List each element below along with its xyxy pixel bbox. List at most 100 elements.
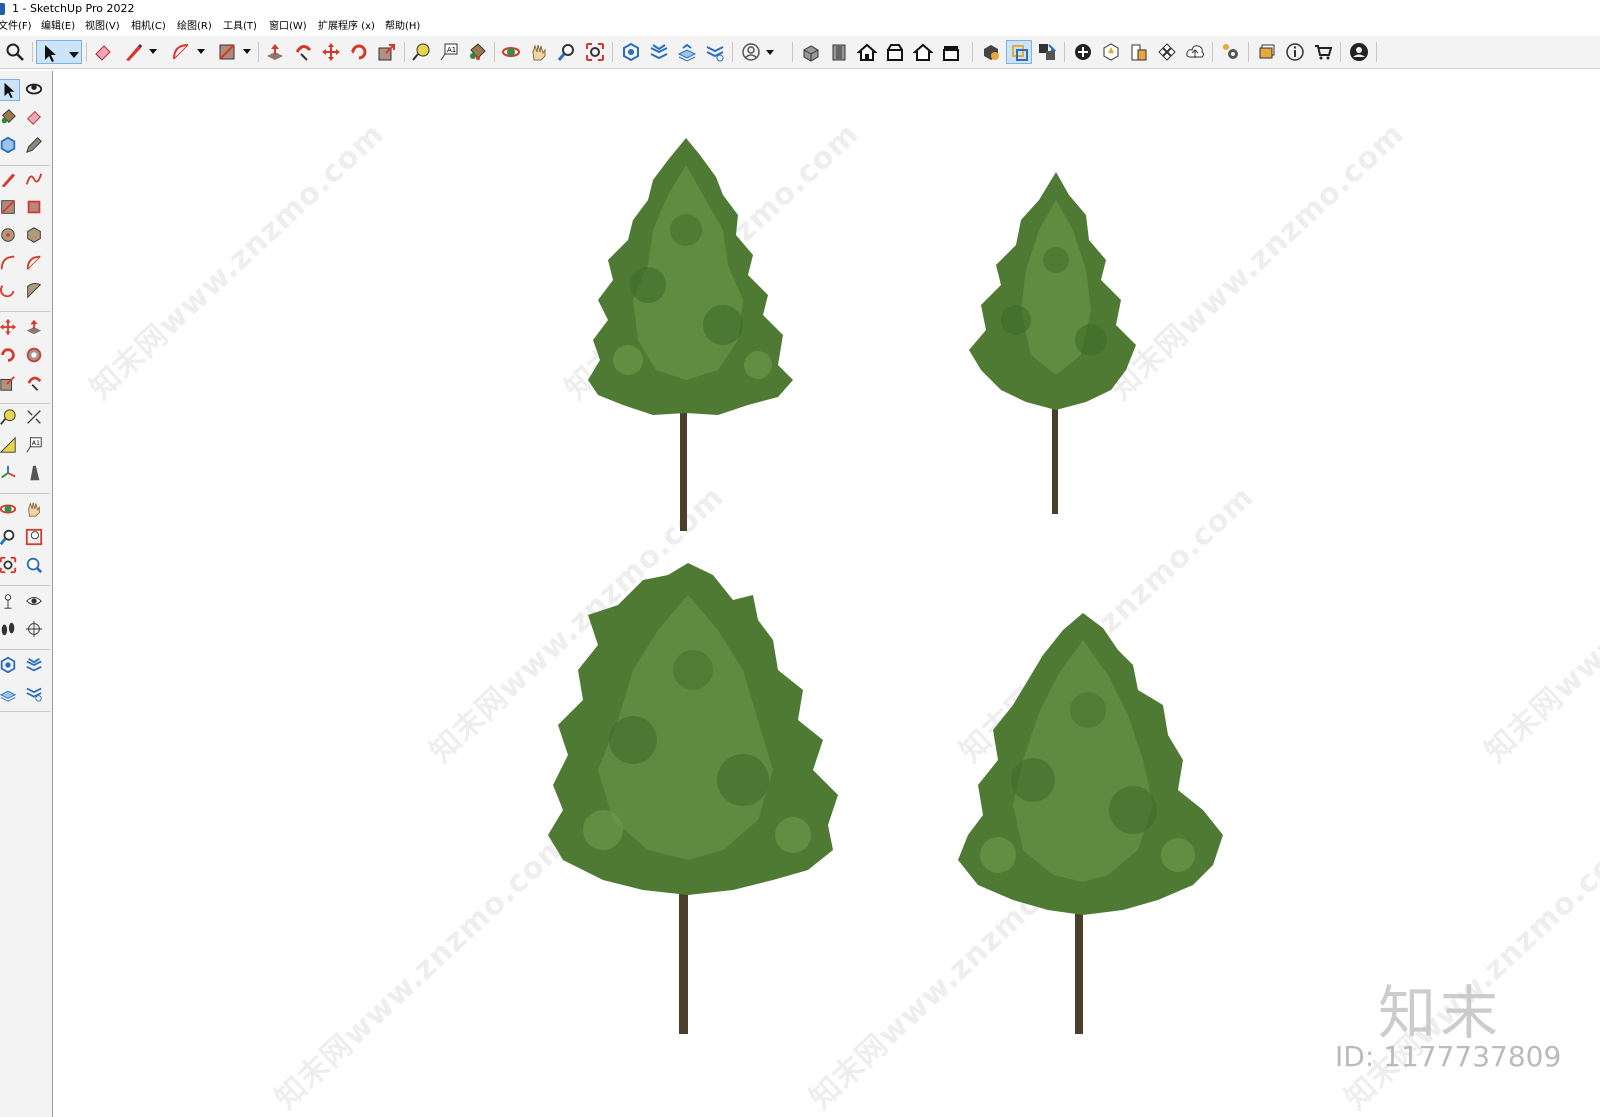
look-around-icon[interactable] bbox=[24, 591, 46, 613]
rectangle-icon[interactable] bbox=[0, 197, 20, 219]
rotate-icon[interactable] bbox=[0, 345, 20, 367]
add-location-icon[interactable] bbox=[1070, 40, 1096, 64]
tape-measure-icon[interactable] bbox=[0, 407, 20, 429]
move-icon[interactable] bbox=[0, 317, 20, 339]
push-pull-icon[interactable] bbox=[24, 317, 46, 339]
info-icon[interactable] bbox=[1282, 40, 1308, 64]
menu-view[interactable]: 视图(V) bbox=[85, 18, 120, 36]
tree-model-2[interactable] bbox=[961, 170, 1151, 520]
scale-icon[interactable] bbox=[0, 373, 20, 395]
top-view-icon[interactable] bbox=[854, 40, 880, 64]
dimension-icon[interactable] bbox=[24, 407, 46, 429]
3d-text-icon[interactable] bbox=[24, 463, 46, 485]
push-pull-icon[interactable] bbox=[262, 40, 288, 64]
dropdown-icon[interactable] bbox=[242, 40, 252, 64]
profile-icon[interactable] bbox=[738, 40, 776, 64]
intersect-icon[interactable] bbox=[1034, 40, 1060, 64]
sandbox-icon[interactable] bbox=[618, 40, 644, 64]
move-icon[interactable] bbox=[318, 40, 344, 64]
back-view-icon[interactable] bbox=[910, 40, 936, 64]
dropdown-icon[interactable] bbox=[148, 40, 158, 64]
section-plane-icon[interactable] bbox=[24, 619, 46, 641]
front-view-icon[interactable] bbox=[826, 40, 852, 64]
pan-icon[interactable] bbox=[24, 499, 46, 521]
smoove-icon[interactable] bbox=[646, 40, 672, 64]
paint-bucket-icon[interactable] bbox=[0, 107, 20, 129]
right-view-icon[interactable] bbox=[882, 40, 908, 64]
drape-icon[interactable] bbox=[702, 40, 728, 64]
text-icon[interactable]: A1 bbox=[24, 435, 46, 457]
stamp-icon[interactable] bbox=[0, 683, 20, 705]
smoove-icon[interactable] bbox=[24, 655, 46, 677]
previous-view-icon[interactable] bbox=[24, 555, 46, 577]
extension-manager-icon[interactable] bbox=[1218, 40, 1244, 64]
tree-model-1[interactable] bbox=[568, 135, 808, 535]
component-icon[interactable] bbox=[0, 135, 20, 157]
eraser-icon[interactable] bbox=[90, 40, 116, 64]
pan-icon[interactable] bbox=[526, 40, 552, 64]
select-icon[interactable] bbox=[0, 79, 20, 101]
scale-icon[interactable] bbox=[374, 40, 400, 64]
photo-texture-icon[interactable] bbox=[1126, 40, 1152, 64]
menu-draw[interactable]: 绘图(R) bbox=[177, 18, 212, 36]
three-point-arc-icon[interactable] bbox=[0, 281, 20, 303]
follow-me-icon[interactable] bbox=[24, 345, 46, 367]
orbit-icon[interactable] bbox=[498, 40, 524, 64]
freehand-icon[interactable] bbox=[24, 169, 46, 191]
arc-icon[interactable] bbox=[0, 253, 20, 275]
menu-tools[interactable]: 工具(T) bbox=[223, 18, 257, 36]
offset-icon[interactable] bbox=[24, 373, 46, 395]
eraser-icon[interactable] bbox=[24, 107, 46, 129]
pie-icon[interactable] bbox=[24, 281, 46, 303]
menu-extensions[interactable]: 扩展程序 (x) bbox=[318, 18, 375, 36]
zoom-extents-icon[interactable] bbox=[0, 555, 20, 577]
shop-icon[interactable] bbox=[1310, 40, 1336, 64]
orbit-icon[interactable] bbox=[24, 79, 46, 101]
sandbox-icon[interactable] bbox=[0, 655, 20, 677]
tag-icon[interactable] bbox=[24, 135, 46, 157]
line-icon[interactable] bbox=[120, 40, 146, 64]
shape-icon[interactable] bbox=[214, 40, 240, 64]
menu-window[interactable]: 窗口(W) bbox=[269, 18, 307, 36]
protractor-icon[interactable] bbox=[0, 435, 20, 457]
zoom-icon[interactable] bbox=[554, 40, 580, 64]
zoom-icon[interactable] bbox=[0, 527, 20, 549]
paint-bucket-icon[interactable] bbox=[464, 40, 490, 64]
dropdown-icon[interactable] bbox=[196, 40, 206, 64]
circle-icon[interactable] bbox=[0, 225, 20, 247]
line-icon[interactable] bbox=[0, 169, 20, 191]
search-icon[interactable] bbox=[2, 40, 28, 64]
axes-icon[interactable] bbox=[0, 463, 20, 485]
iso-view-icon[interactable] bbox=[798, 40, 824, 64]
two-point-arc-icon[interactable] bbox=[24, 253, 46, 275]
orbit-icon[interactable] bbox=[0, 499, 20, 521]
select-icon[interactable] bbox=[36, 40, 82, 64]
walk-icon[interactable] bbox=[0, 619, 20, 641]
section-plane-icon[interactable] bbox=[1254, 40, 1280, 64]
menu-camera[interactable]: 相机(C) bbox=[131, 18, 166, 36]
upload-icon[interactable] bbox=[1182, 40, 1208, 64]
account-icon[interactable] bbox=[1346, 40, 1372, 64]
arc-icon[interactable] bbox=[168, 40, 194, 64]
stamp-icon[interactable] bbox=[674, 40, 700, 64]
left-view-icon[interactable] bbox=[938, 40, 964, 64]
tree-model-3[interactable] bbox=[543, 560, 853, 1040]
position-camera-icon[interactable] bbox=[0, 591, 20, 613]
polygon-icon[interactable] bbox=[24, 225, 46, 247]
3d-warehouse-icon[interactable] bbox=[1154, 40, 1180, 64]
follow-me-icon[interactable] bbox=[290, 40, 316, 64]
menu-edit[interactable]: 编辑(E) bbox=[41, 18, 75, 36]
tree-model-4[interactable] bbox=[953, 610, 1233, 1040]
rotated-rectangle-icon[interactable] bbox=[24, 197, 46, 219]
menu-help[interactable]: 帮助(H) bbox=[385, 18, 420, 36]
drape-icon[interactable] bbox=[24, 683, 46, 705]
toggle-terrain-icon[interactable] bbox=[1098, 40, 1124, 64]
zoom-window-icon[interactable] bbox=[24, 527, 46, 549]
zoom-extents-icon[interactable] bbox=[582, 40, 608, 64]
tape-measure-icon[interactable] bbox=[408, 40, 434, 64]
rotate-icon[interactable] bbox=[346, 40, 372, 64]
menu-file[interactable]: 文件(F) bbox=[0, 18, 32, 36]
solid-tools-icon[interactable] bbox=[978, 40, 1004, 64]
drawing-viewport[interactable]: 知末网www.znzmo.com 知末网www.znzmo.com 知末网www… bbox=[53, 70, 1600, 1117]
outer-shell-icon[interactable] bbox=[1006, 40, 1032, 64]
